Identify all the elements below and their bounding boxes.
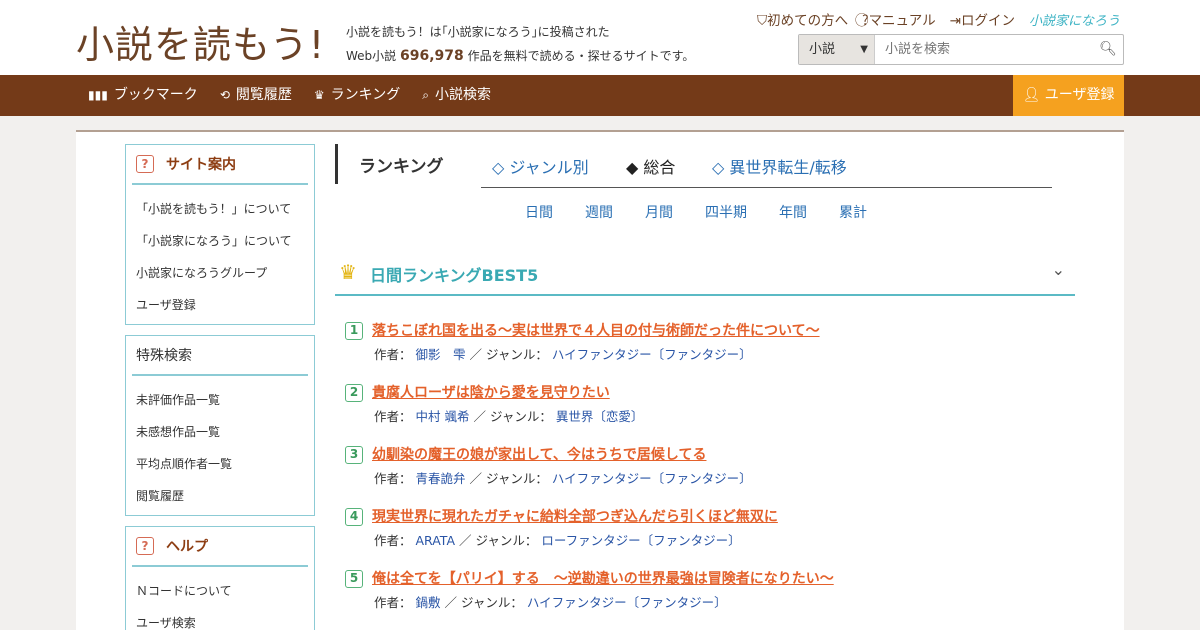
sidebar-item-ncode[interactable]: Ｎコードについて [136,575,314,607]
sidebar-guide: ? サイト案内 「小説を読もう！」について 「小説家になろう」について 小説家に… [125,144,315,325]
login-link[interactable]: ⇥ログイン [950,9,1015,29]
tagline-line2: Web小説 696,978 作品を無料で読める・探せるサイトです。 [346,44,694,68]
novel-meta: 作者： 中村 颯希 ／ ジャンル： 異世界〔恋愛〕 [374,409,644,424]
author-link[interactable]: 青春詭弁 [416,471,466,486]
author-link[interactable]: ARATA [416,533,456,548]
search-input[interactable] [875,35,1093,64]
sidebar-item-no-review[interactable]: 未感想作品一覧 [136,416,314,448]
nav-history[interactable]: ⟲ 閲覧履歴 [220,75,292,116]
sidebar-special: 特殊検索 未評価作品一覧 未感想作品一覧 平均点順作者一覧 閲覧履歴 [125,335,315,516]
sidebar-item-narou-group[interactable]: 小説家になろうグループ [136,257,314,289]
tagline-line1: 小説を読もう！は｢小説家になろう｣に投稿された [346,25,610,39]
novel-title-link[interactable]: 俺は全てを【パリイ】する ～逆勘違いの世界最強は冒険者になりたい～ [372,568,834,588]
search-category-select[interactable]: 小説 ▼ [799,35,875,64]
sidebar-item-register[interactable]: ユーザ登録 [136,289,314,321]
novel-title-link[interactable]: 貴腐人ローザは陰から愛を見守りたい [372,382,610,402]
tagline-prefix: Web小説 [346,49,397,63]
sidebar-item-history[interactable]: 閲覧履歴 [136,480,314,512]
crown-icon: ♛ [313,88,325,102]
nav-bookmark[interactable]: ▮▮▮ ブックマーク [88,75,198,116]
period-total[interactable]: 累計 [839,202,867,222]
novel-title-link[interactable]: 現実世界に現れたガチャに給料全部つぎ込んだら引くほど無双に [372,506,778,526]
user-icon: 👤︎ [1022,87,1041,103]
site-header: 小説を読もう! 小説を読もう！は｢小説家になろう｣に投稿された Web小説 69… [0,0,1200,75]
work-count: 696,978 [400,48,464,64]
sidebar-special-head: 特殊検索 [132,336,308,376]
ranking-tabs: ランキング ◇ ジャンル別 ◆ 総合 ◇ 異世界転生/転移 [335,144,1052,188]
author-link[interactable]: 鍋敷 [416,595,441,610]
content-panel: ? サイト案内 「小説を読もう！」について 「小説家になろう」について 小説家に… [76,130,1124,630]
chevron-down-icon[interactable]: ⌄ [1052,260,1065,279]
bookmark-icon: ▮▮▮ [88,88,108,102]
novel-title-link[interactable]: 落ちこぼれ国を出る～実は世界で４人目の付与術師だった件について～ [372,320,820,340]
period-quarterly[interactable]: 四半期 [705,202,747,222]
sidebar-guide-head: ? サイト案内 [132,145,308,185]
novel-meta: 作者： ARATA ／ ジャンル： ローファンタジー〔ファンタジー〕 [374,533,741,548]
genre-link[interactable]: ハイファンタジー〔ファンタジー〕 [527,595,727,610]
question-icon: ? [136,537,154,555]
search-bar: 小説 ▼ 🔍︎ [798,34,1124,65]
daily-ranking-header[interactable]: ♛ 日間ランキングBEST5 ⌄ [335,252,1075,296]
sidebar-help: ? ヘルプ Ｎコードについて ユーザ検索 [125,526,315,630]
sidebar-item-about-narou[interactable]: 「小説家になろう」について [136,225,314,257]
search-button[interactable]: 🔍︎ [1093,35,1123,64]
sidebar-item-avg-authors[interactable]: 平均点順作者一覧 [136,448,314,480]
genre-link[interactable]: 異世界〔恋愛〕 [556,409,644,424]
top-links: ⛉初めての方へ ?⃝マニュアル ⇥ログイン 小説家になろう [757,9,1120,29]
title-bar-decoration [335,144,338,184]
rank-number-badge: 3 [345,446,363,464]
sidebar-item-about-yomou[interactable]: 「小説を読もう！」について [136,193,314,225]
main-nav: ▮▮▮ ブックマーク ⟲ 閲覧履歴 ♛ ランキング ⌕ 小説検索 👤︎ ユーザ登録 [0,75,1200,116]
period-yearly[interactable]: 年間 [779,202,807,222]
first-time-link[interactable]: ⛉初めての方へ [757,9,848,29]
tagline-suffix: 作品を無料で読める・探せるサイトです。 [467,49,695,63]
shield-icon: ⛉ [757,13,768,29]
rank-number-badge: 1 [345,322,363,340]
novel-title-link[interactable]: 幼馴染の魔王の娘が家出して、今はうちで居候してる [372,444,706,464]
login-icon: ⇥ [949,13,961,29]
rank-number-badge: 2 [345,384,363,402]
register-button[interactable]: 👤︎ ユーザ登録 [1013,75,1124,116]
narou-logo-link[interactable]: 小説家になろう [1029,10,1120,29]
tab-overall[interactable]: ◆ 総合 [626,154,675,178]
manual-link[interactable]: ?⃝マニュアル [862,9,936,29]
tab-isekai[interactable]: ◇ 異世界転生/転移 [712,154,847,178]
genre-link[interactable]: ハイファンタジー〔ファンタジー〕 [552,471,752,486]
site-tagline: 小説を読もう！は｢小説家になろう｣に投稿された Web小説 696,978 作品… [346,20,694,68]
search-icon: 🔍︎ [1099,41,1117,57]
sidebar-item-user-search[interactable]: ユーザ検索 [136,607,314,630]
caret-down-icon: ▼ [860,44,868,55]
ranking-title: ランキング [359,157,444,177]
question-icon: ? [136,155,154,173]
author-link[interactable]: 御影 雫 [416,347,466,362]
period-daily[interactable]: 日間 [525,202,553,222]
period-monthly[interactable]: 月間 [645,202,673,222]
search-icon: ⌕ [422,88,429,102]
rank-number-badge: 5 [345,570,363,588]
sidebar-item-unrated[interactable]: 未評価作品一覧 [136,384,314,416]
nav-ranking[interactable]: ♛ ランキング [314,75,400,116]
site-logo[interactable]: 小説を読もう! [76,14,325,69]
nav-search[interactable]: ⌕ 小説検索 [422,75,491,116]
novel-meta: 作者： 鍋敷 ／ ジャンル： ハイファンタジー〔ファンタジー〕 [374,595,727,610]
sidebar-help-head: ? ヘルプ [132,527,308,567]
rank-number-badge: 4 [345,508,363,526]
period-weekly[interactable]: 週間 [585,202,613,222]
novel-meta: 作者： 青春詭弁 ／ ジャンル： ハイファンタジー〔ファンタジー〕 [374,471,752,486]
author-link[interactable]: 中村 颯希 [416,409,470,424]
history-icon: ⟲ [219,88,230,102]
tab-genre[interactable]: ◇ ジャンル別 [492,154,589,178]
genre-link[interactable]: ハイファンタジー〔ファンタジー〕 [552,347,752,362]
novel-meta: 作者： 御影 雫 ／ ジャンル： ハイファンタジー〔ファンタジー〕 [374,347,752,362]
genre-link[interactable]: ローファンタジー〔ファンタジー〕 [541,533,740,548]
daily-ranking-title: 日間ランキングBEST5 [370,266,539,285]
tab-underline [481,187,1052,188]
crown-icon: ♛ [339,260,357,284]
period-links: 日間 週間 月間 四半期 年間 累計 [525,202,867,222]
